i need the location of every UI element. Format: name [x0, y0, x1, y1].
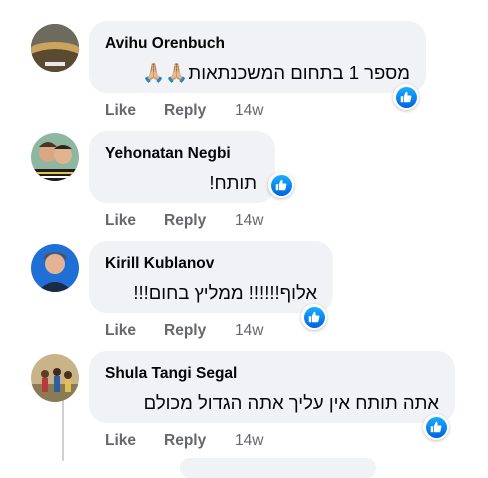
timestamp[interactable]: 14w [235, 322, 263, 340]
like-thumb-icon [275, 179, 287, 191]
reply-link[interactable]: Reply [164, 102, 206, 120]
comment-bubble: Yehonatan Negbi תותח! [89, 131, 275, 203]
timestamp[interactable]: 14w [235, 102, 263, 120]
comment-author[interactable]: Shula Tangi Segal [105, 365, 237, 383]
comment-author[interactable]: Kirill Kublanov [105, 255, 214, 273]
timestamp[interactable]: 14w [235, 432, 263, 450]
comment-bubble: Shula Tangi Segal אתה תותח אין עליך אתה … [89, 351, 455, 423]
timestamp[interactable]: 14w [235, 212, 263, 230]
like-link[interactable]: Like [105, 432, 136, 450]
reply-link[interactable]: Reply [164, 212, 206, 230]
like-link[interactable]: Like [105, 102, 136, 120]
like-thumb-icon [308, 311, 320, 323]
comment-item: Kirill Kublanov אלוף!!!!!! ממליץ בחום!!!… [0, 241, 488, 351]
comment-item: Shula Tangi Segal אתה תותח אין עליך אתה … [0, 351, 488, 461]
avatar[interactable] [31, 354, 79, 402]
comment-author[interactable]: Yehonatan Negbi [105, 145, 231, 163]
reaction-badge[interactable] [268, 172, 294, 198]
like-link[interactable]: Like [105, 212, 136, 230]
comment-text: תותח! [209, 172, 257, 193]
like-link[interactable]: Like [105, 322, 136, 340]
comment-bubble: Avihu Orenbuch מספר 1 בתחום המשכנתאות🙏🏼🙏… [89, 21, 426, 93]
avatar[interactable] [31, 133, 79, 181]
comment-item: Yehonatan Negbi תותח! Like Reply 14w [0, 131, 488, 241]
like-thumb-icon [430, 421, 442, 433]
reply-link[interactable]: Reply [164, 432, 206, 450]
comment-text: מספר 1 בתחום המשכנתאות🙏🏼🙏🏼 [142, 62, 410, 83]
reaction-badge[interactable] [301, 304, 327, 330]
comment-bubble: Kirill Kublanov אלוף!!!!!! ממליץ בחום!!! [89, 241, 333, 313]
reaction-badge[interactable] [393, 84, 419, 110]
avatar[interactable] [31, 24, 79, 72]
comment-item: Avihu Orenbuch מספר 1 בתחום המשכנתאות🙏🏼🙏… [0, 21, 488, 131]
reply-link[interactable]: Reply [164, 322, 206, 340]
comment-text: אלוף!!!!!! ממליץ בחום!!! [133, 282, 317, 303]
comment-author[interactable]: Avihu Orenbuch [105, 35, 225, 53]
comment-text: אתה תותח אין עליך אתה הגדול מכולם [143, 392, 439, 413]
next-reply-bubble-partial [180, 458, 376, 478]
reaction-badge[interactable] [423, 414, 449, 440]
avatar[interactable] [31, 244, 79, 292]
like-thumb-icon [400, 91, 412, 103]
